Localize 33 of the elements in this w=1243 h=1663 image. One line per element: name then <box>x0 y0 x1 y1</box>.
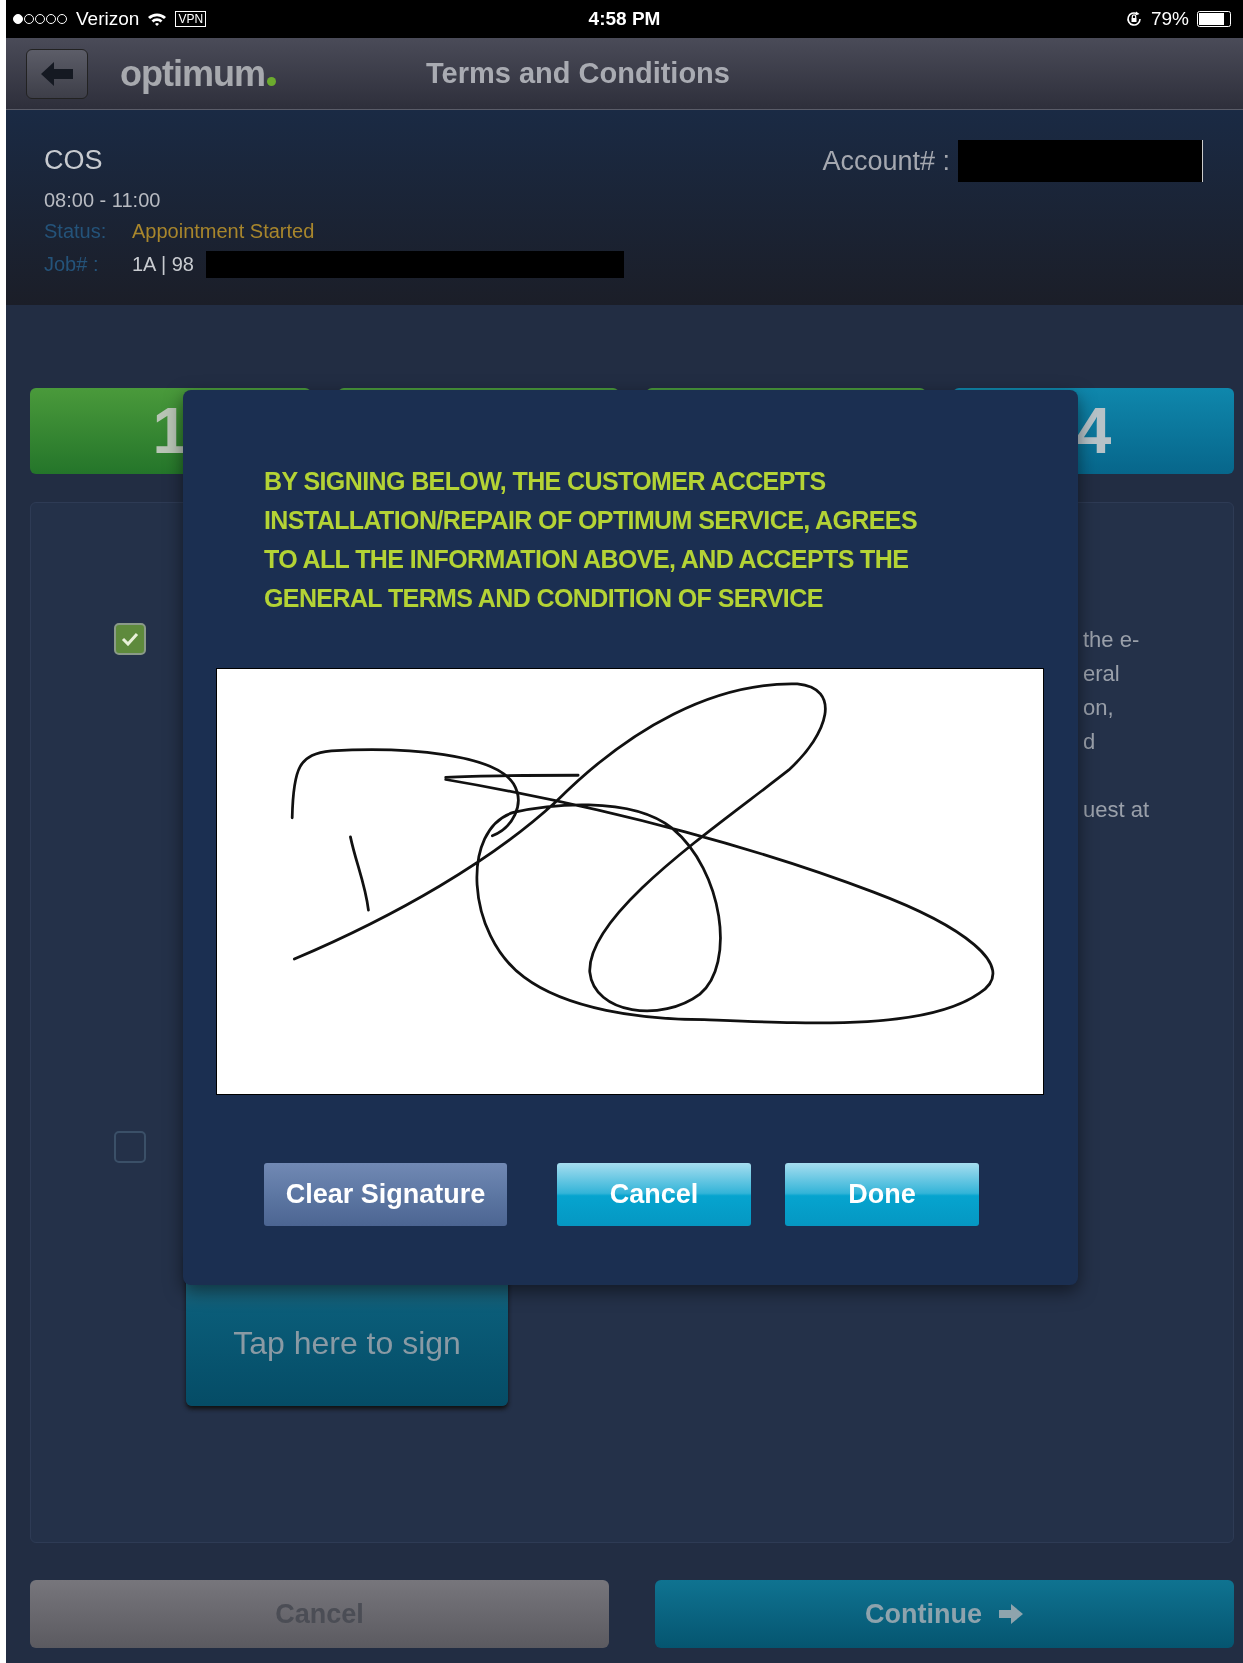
job-label: Job# : <box>44 253 100 276</box>
optimum-logo: optimum <box>120 52 276 95</box>
terms-text: on, <box>1083 694 1115 722</box>
battery-percent: 79% <box>1150 8 1189 30</box>
terms-text: eral <box>1083 660 1121 688</box>
appointment-type: COS <box>44 145 104 176</box>
terms-text: the e- <box>1083 626 1141 654</box>
status-time: 4:58 PM <box>588 8 661 30</box>
dialog-button[interactable]: Done <box>785 1163 979 1226</box>
continue-button[interactable]: Continue <box>655 1580 1234 1648</box>
arrow-right-icon <box>998 1604 1024 1624</box>
appointment-time: 08:00 - 11:00 <box>44 189 162 212</box>
job-number: 1A | 98 <box>132 253 194 276</box>
back-button[interactable] <box>26 48 88 99</box>
terms-text: uest at <box>1083 796 1151 824</box>
signature-pad[interactable] <box>216 668 1044 1095</box>
status-value: Appointment Started <box>132 220 315 243</box>
battery-icon <box>1197 11 1233 27</box>
account-label: Account# : <box>822 145 950 177</box>
dialog-button[interactable]: Cancel <box>557 1163 751 1226</box>
checkmark-icon <box>121 632 139 646</box>
carrier-name: Verizon <box>76 8 140 30</box>
terms-text: d <box>1083 728 1097 756</box>
rotation-lock-icon <box>1124 10 1143 28</box>
vpn-indicator: VPN <box>175 11 207 27</box>
checkbox[interactable] <box>114 1131 146 1163</box>
signal-icon <box>12 13 68 25</box>
back-arrow-icon <box>40 60 74 87</box>
checkbox[interactable] <box>114 623 146 655</box>
dialog-button[interactable]: Clear Signature <box>264 1163 507 1226</box>
page-title: Terms and Conditions <box>426 57 730 90</box>
status-label: Status: <box>44 220 106 243</box>
wifi-icon <box>147 11 168 27</box>
